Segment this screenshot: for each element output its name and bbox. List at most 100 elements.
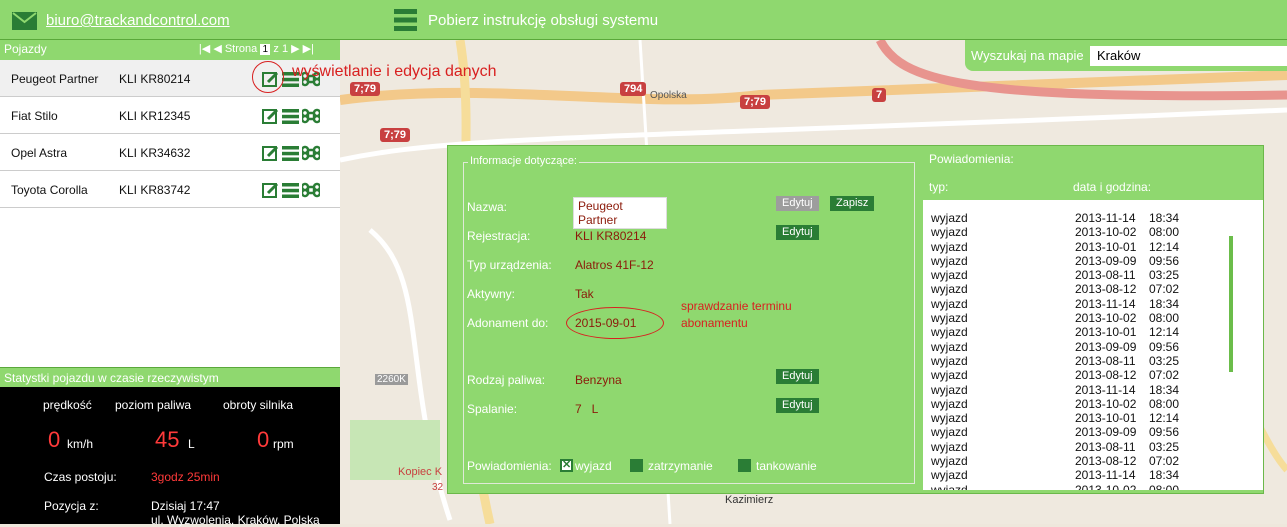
notifications-list[interactable]: wyjazd 2013-11-14 18:34 wyjazd 2013-10-02 08:… bbox=[923, 200, 1263, 490]
menu-icon bbox=[394, 9, 417, 31]
notification-type: wyjazd bbox=[931, 339, 968, 354]
notification-row: wyjazd 2013-10-02 08:00 bbox=[931, 483, 1263, 490]
last-page-icon[interactable]: ▶| bbox=[303, 43, 314, 55]
notification-time: 09:56 bbox=[1149, 253, 1180, 268]
notification-date: 2013-10-01 bbox=[1075, 325, 1137, 340]
notifications-title: Powiadomienia: bbox=[929, 152, 1014, 166]
envelope-icon bbox=[12, 12, 37, 30]
vehicle-reg: KLI KR83742 bbox=[119, 183, 191, 197]
device-value: Alatros 41F-12 bbox=[575, 258, 654, 272]
list-icon[interactable] bbox=[282, 108, 299, 124]
notification-row: wyjazd 2013-08-12 07:02 bbox=[931, 454, 1263, 468]
departure-checkbox[interactable]: ✕ bbox=[560, 459, 573, 472]
position-label: Pozycja z: bbox=[44, 499, 99, 513]
stats-header: Statystki pojazdu w czasie rzeczywistym bbox=[0, 367, 340, 387]
notification-type: wyjazd bbox=[931, 353, 968, 368]
vehicle-actions bbox=[262, 181, 322, 199]
device-label: Typ urządzenia: bbox=[467, 258, 552, 272]
fuel-value: 45 bbox=[155, 427, 180, 452]
notification-date: 2013-11-14 bbox=[1075, 211, 1136, 225]
prev-page-icon[interactable]: ◀ bbox=[213, 43, 221, 55]
notification-time: 08:00 bbox=[1149, 225, 1180, 240]
vehicle-row[interactable]: Fiat Stilo KLI KR12345 bbox=[0, 97, 340, 134]
command-icon[interactable] bbox=[300, 181, 322, 199]
name-input[interactable]: Peugeot Partner bbox=[573, 197, 667, 229]
notification-row: wyjazd 2013-09-09 09:56 bbox=[931, 340, 1263, 354]
annotation-circle bbox=[566, 307, 664, 339]
notification-row: wyjazd 2013-09-09 09:56 bbox=[931, 425, 1263, 439]
edit-fuel-button[interactable]: Edytuj bbox=[776, 369, 819, 384]
refuel-checkbox[interactable] bbox=[738, 459, 751, 472]
notification-time: 12:14 bbox=[1149, 325, 1180, 340]
vehicle-row[interactable]: Opel Astra KLI KR34632 bbox=[0, 134, 340, 171]
notification-type: wyjazd bbox=[931, 311, 968, 326]
notification-row: wyjazd 2013-10-01 12:14 bbox=[931, 325, 1263, 339]
edit-consumption-button[interactable]: Edytuj bbox=[776, 398, 819, 413]
map-route-label: 794 bbox=[620, 82, 647, 96]
notification-row: wyjazd 2013-08-11 03:25 bbox=[931, 354, 1263, 368]
vehicle-row[interactable]: Toyota Corolla KLI KR83742 bbox=[0, 171, 340, 208]
notification-date: 2013-11-14 bbox=[1075, 382, 1136, 397]
name-label: Nazwa: bbox=[467, 200, 508, 214]
active-value: Tak bbox=[575, 287, 594, 301]
notification-type: wyjazd bbox=[931, 325, 968, 340]
stats-panel: Statystki pojazdu w czasie rzeczywistym … bbox=[0, 367, 340, 527]
notification-date: 2013-10-02 bbox=[1075, 482, 1137, 490]
notification-date: 2013-10-01 bbox=[1075, 239, 1137, 254]
command-icon[interactable] bbox=[300, 107, 322, 125]
subscription-annotation-line: sprawdzanie terminu bbox=[681, 299, 792, 313]
notification-type: wyjazd bbox=[931, 253, 968, 268]
search-input[interactable]: Kraków bbox=[1090, 46, 1287, 66]
notification-type: wyjazd bbox=[931, 282, 968, 297]
rpm-label: obroty silnika bbox=[223, 398, 294, 412]
fuel-unit: L bbox=[188, 437, 195, 451]
notification-type: wyjazd bbox=[931, 482, 968, 490]
col-type-header: typ: bbox=[929, 180, 949, 194]
reg-label: Rejestracja: bbox=[467, 229, 531, 243]
notifications-panel: Powiadomienia: typ: data i godzina: wyja… bbox=[921, 152, 1263, 490]
notification-row: wyjazd 2013-11-14 18:34 bbox=[931, 297, 1263, 311]
rpm-unit: rpm bbox=[273, 437, 294, 451]
edit-annotation: wyświetlanie i edycja danych bbox=[292, 63, 497, 80]
info-legend: Informacje dotyczące: bbox=[468, 155, 579, 167]
idle-label: Czas postoju: bbox=[44, 470, 117, 484]
vehicle-row[interactable]: Peugeot Partner KLI KR80214 bbox=[0, 60, 340, 97]
notification-type: wyjazd bbox=[931, 382, 968, 397]
edit-icon[interactable] bbox=[262, 108, 279, 125]
active-label: Aktywny: bbox=[467, 287, 516, 301]
page-label: Strona bbox=[224, 43, 258, 55]
notification-row: wyjazd 2013-11-14 18:34 bbox=[931, 468, 1263, 482]
list-icon[interactable] bbox=[282, 145, 299, 161]
notification-type: wyjazd bbox=[931, 268, 968, 283]
vehicle-name: Fiat Stilo bbox=[11, 109, 58, 123]
notification-row: wyjazd 2013-10-02 08:00 bbox=[931, 225, 1263, 239]
fuel-type-label: Rodzaj paliwa: bbox=[467, 373, 546, 387]
vehicle-reg: KLI KR80214 bbox=[119, 72, 191, 86]
first-page-icon[interactable]: |◀ bbox=[199, 43, 210, 55]
next-page-icon[interactable]: ▶ bbox=[291, 43, 299, 55]
edit-icon[interactable] bbox=[262, 182, 279, 199]
email-link[interactable]: biuro@trackandcontrol.com bbox=[46, 12, 230, 29]
map-route-label: 7;79 bbox=[740, 95, 771, 109]
search-label: Wyszukaj na mapie bbox=[971, 48, 1084, 63]
vehicles-header: Pojazdy |◀ ◀ Strona 1 z 1 ▶ ▶| bbox=[0, 40, 340, 60]
edit-name-button[interactable]: Edytuj bbox=[776, 196, 819, 211]
pager: |◀ ◀ Strona 1 z 1 ▶ ▶| bbox=[199, 42, 314, 55]
map-street-label: Opolska bbox=[650, 90, 687, 101]
instructions-link[interactable]: Pobierz instrukcję obsługi systemu bbox=[428, 12, 658, 29]
list-icon[interactable] bbox=[282, 182, 299, 198]
notification-type: wyjazd bbox=[931, 211, 968, 225]
notification-time: 18:34 bbox=[1149, 211, 1180, 225]
notification-row: wyjazd 2013-11-14 18:34 bbox=[931, 211, 1263, 225]
map-route-label: 7 bbox=[872, 88, 887, 102]
edit-icon[interactable] bbox=[262, 145, 279, 162]
save-name-button[interactable]: Zapisz bbox=[830, 196, 875, 211]
page-input[interactable]: 1 bbox=[260, 44, 271, 55]
notification-row: wyjazd 2013-09-09 09:56 bbox=[931, 254, 1263, 268]
command-icon[interactable] bbox=[300, 144, 322, 162]
stop-checkbox[interactable] bbox=[630, 459, 643, 472]
edit-reg-button[interactable]: Edytuj bbox=[776, 225, 819, 240]
page-count: z 1 bbox=[273, 43, 289, 55]
notifications-scrollbar[interactable] bbox=[1229, 236, 1233, 372]
notification-type: wyjazd bbox=[931, 411, 968, 426]
